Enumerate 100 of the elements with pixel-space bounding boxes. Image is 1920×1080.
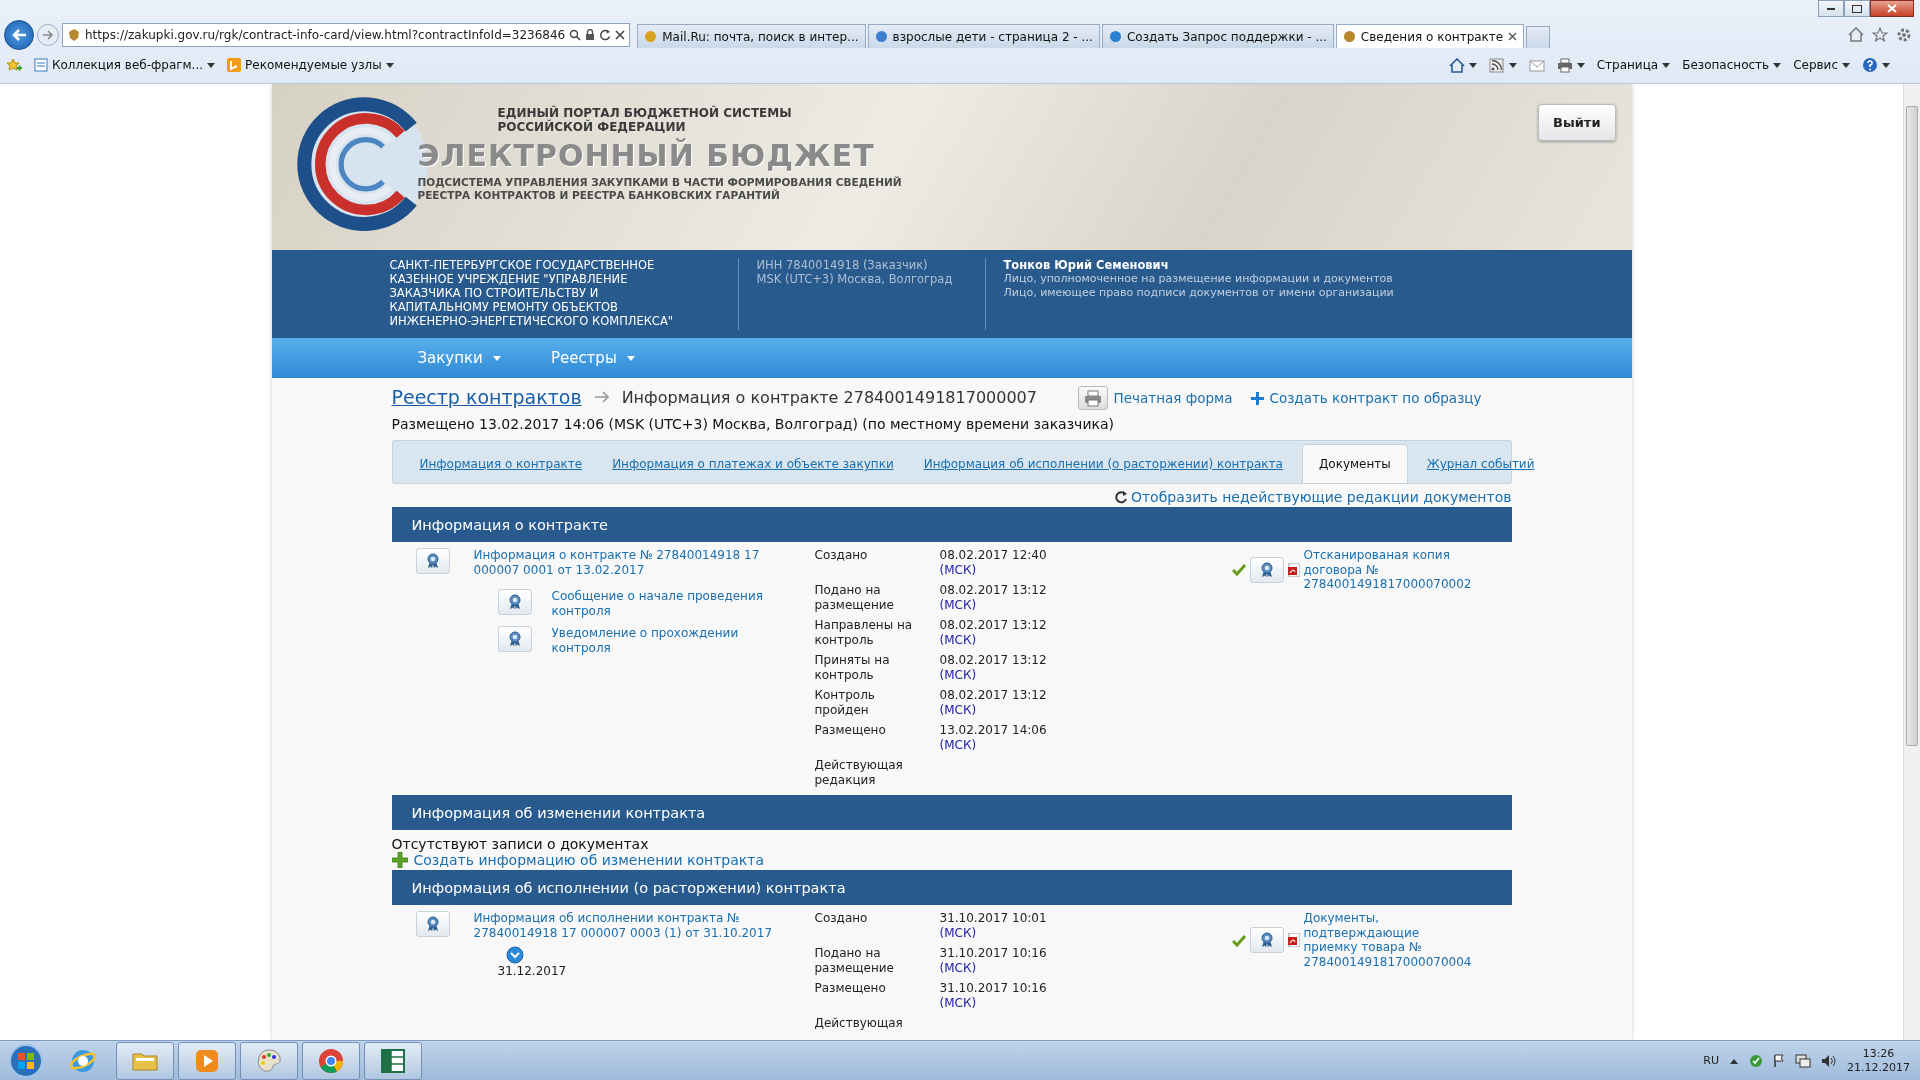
event-date: 31.10.2017 10:16 — [939, 981, 1048, 996]
taskbar-button[interactable] — [116, 1041, 174, 1080]
event-date: 08.02.2017 13:12 — [939, 653, 1048, 668]
help-icon[interactable] — [1862, 57, 1878, 73]
create-link[interactable]: Создать информацию об изменении контракта — [413, 852, 764, 868]
bookmark-icon — [227, 58, 242, 72]
volume-icon[interactable] — [1821, 1053, 1837, 1068]
browser-tab[interactable]: Сведения о контракте — [1335, 24, 1525, 48]
menu-button[interactable]: Страница — [1596, 58, 1659, 72]
document-link[interactable]: Сообщение о начале проведения контроля — [551, 589, 772, 618]
seal-icon — [507, 594, 522, 610]
site-icon — [1342, 30, 1356, 43]
maximize-button[interactable] — [1844, 0, 1870, 17]
close-button[interactable] — [1870, 0, 1914, 17]
caret-icon — [1773, 62, 1782, 68]
menu-item[interactable]: Реестры — [544, 348, 641, 368]
menu-button[interactable]: Сервис — [1793, 58, 1838, 72]
language-indicator[interactable]: RU — [1703, 1054, 1719, 1067]
event-label: Приняты на контроль — [814, 653, 891, 684]
attachment-link[interactable]: Отсканированая копия договора № 2784001491817000070002 — [1303, 548, 1474, 592]
taskbar-button[interactable] — [178, 1041, 236, 1080]
empty-message: Отсутствуют записи о документах — [391, 836, 650, 852]
caret-icon — [1882, 62, 1890, 68]
browser-tab[interactable]: Mail.Ru: почта, поиск в интер... — [637, 24, 866, 48]
event-label: Размещено — [814, 723, 887, 739]
site-icon — [1108, 30, 1122, 43]
document-link[interactable]: Уведомление о прохождении контроля — [551, 626, 772, 655]
timezone-text: (МСК) — [939, 995, 978, 1010]
breadcrumb-link[interactable]: Реестр контрактов — [391, 386, 582, 408]
expand-button[interactable] — [505, 946, 524, 964]
favorite-link[interactable]: Коллекция веб-фрагм... — [52, 58, 204, 72]
browser-tab[interactable]: Создать Запрос поддержки - ... — [1101, 24, 1334, 48]
tab[interactable]: Информация об исполнении (о расторжении) контракта — [908, 457, 1298, 483]
caret-icon — [1508, 62, 1517, 68]
seal-button[interactable] — [497, 589, 532, 615]
maximize-icon — [1851, 3, 1863, 14]
timezone-text: (МСК) — [939, 632, 978, 647]
seal-button[interactable] — [1249, 556, 1284, 583]
caret-icon — [1468, 62, 1477, 68]
scrollbar[interactable] — [1903, 84, 1920, 1040]
timezone-text: (МСК) — [939, 667, 978, 682]
attachment-link[interactable]: Документы, подтверждающие приемку товара № 2784001491817000070004 — [1303, 911, 1474, 969]
back-button[interactable] — [4, 20, 34, 50]
refresh-icon — [1114, 490, 1127, 504]
seal-button[interactable] — [415, 911, 450, 937]
close-icon[interactable] — [1508, 32, 1518, 41]
event-label: Создано — [814, 911, 869, 927]
event-label: Создано — [814, 548, 869, 564]
network-icon[interactable] — [1795, 1053, 1811, 1068]
inn-text: ИНН 7840014918 (Заказчик) — [756, 258, 929, 272]
tab[interactable]: Информация о контракте — [404, 457, 598, 483]
taskbar-button[interactable] — [302, 1041, 360, 1080]
event-label: Размещено — [814, 981, 887, 997]
home-icon[interactable] — [1448, 57, 1465, 73]
action-link[interactable]: Печатная форма — [1113, 390, 1233, 406]
forward-arrow-icon — [42, 30, 54, 40]
print-icon[interactable] — [1556, 57, 1573, 73]
seal-button[interactable] — [1249, 927, 1284, 953]
settings-icon[interactable] — [1896, 27, 1912, 43]
event-date: 13.02.2017 14:06 — [939, 723, 1048, 738]
caret-icon — [1842, 62, 1850, 68]
close-icon[interactable] — [615, 30, 626, 40]
document-link[interactable]: Информация об исполнении контракта № 27840014918 17 000007 0003 (1) от 31.10.2017 — [473, 911, 774, 940]
favorite-link[interactable]: Рекомендуемые узлы — [245, 58, 382, 72]
minimize-button[interactable] — [1818, 0, 1844, 17]
tab[interactable]: Документы — [1301, 444, 1408, 483]
menu-item[interactable]: Закупки — [411, 348, 507, 368]
tab[interactable]: Журнал событий — [1411, 457, 1550, 483]
seal-button[interactable] — [415, 548, 450, 574]
event-label: Направлены на контроль — [814, 618, 914, 649]
lock-icon[interactable] — [585, 29, 596, 41]
refresh-icon[interactable] — [599, 29, 612, 41]
logout-button[interactable]: Выйти — [1538, 104, 1616, 141]
document-link[interactable]: Информация о контракте № 27840014918 17 000007 0001 от 13.02.2017 — [473, 548, 774, 577]
browser-tab[interactable]: взрослые дети - страница 2 - ... — [867, 24, 1100, 48]
shield-icon[interactable] — [1749, 1053, 1763, 1068]
arrow-icon — [593, 390, 610, 404]
timezone-text: (МСК) — [939, 597, 978, 612]
flag-icon[interactable] — [1773, 1053, 1785, 1068]
seal-icon — [425, 553, 440, 569]
page-title: Информация о контракте 2784001491817000007 — [621, 387, 1037, 407]
taskbar-button[interactable] — [240, 1041, 298, 1080]
clock[interactable]: 13:26 21.12.2017 — [1847, 1046, 1910, 1075]
search-icon[interactable] — [569, 29, 582, 41]
action-link[interactable]: Создать контракт по образцу — [1269, 390, 1482, 406]
emblem-icon — [67, 28, 81, 42]
scrollbar-thumb[interactable] — [1906, 106, 1918, 746]
user-role: Лицо, уполномоченное на размещение информации и документов — [1003, 272, 1394, 286]
timezone-text: (МСК) — [939, 925, 978, 940]
tab[interactable]: Информация о платежах и объекте закупки — [597, 457, 909, 483]
seal-button[interactable] — [497, 626, 532, 652]
taskbar-button[interactable] — [364, 1041, 422, 1080]
timezone-text: (МСК) — [939, 960, 978, 975]
feed-icon[interactable] — [1488, 57, 1505, 73]
star-icon[interactable] — [1872, 27, 1888, 42]
menu-button[interactable]: Безопасность — [1682, 58, 1770, 72]
favorites-icon[interactable] — [6, 58, 22, 72]
print-button[interactable] — [1077, 386, 1108, 410]
home-icon[interactable] — [1848, 27, 1864, 42]
address-field[interactable]: https://zakupki.gov.ru/rgk/contract-info-card/view.html?contractInfoId=3236846 — [62, 23, 631, 47]
